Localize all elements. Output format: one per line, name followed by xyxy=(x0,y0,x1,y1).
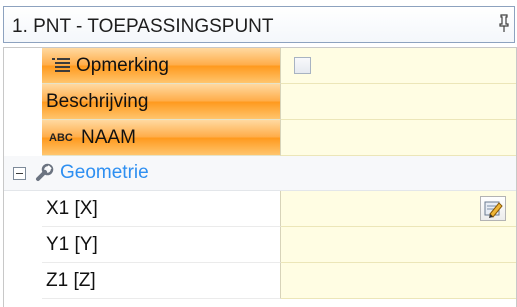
row-naam[interactable]: ABC NAAM xyxy=(4,120,517,156)
beschrijving-value-field[interactable] xyxy=(281,84,517,120)
comment-lines-icon xyxy=(51,57,71,75)
group-geometrie[interactable]: Geometrie xyxy=(4,156,517,191)
z1-label: Z1 [Z] xyxy=(46,270,96,291)
row-gutter xyxy=(4,84,42,120)
x1-label-cell[interactable]: X1 [X] xyxy=(42,191,281,227)
y1-label-cell[interactable]: Y1 [Y] xyxy=(42,227,281,263)
panel-title: 1. PNT - TOEPASSINGSPUNT xyxy=(12,16,274,37)
row-gutter xyxy=(4,227,42,263)
opmerking-value-cell[interactable] xyxy=(281,48,517,84)
x1-label: X1 [X] xyxy=(46,198,98,219)
z1-label-cell[interactable]: Z1 [Z] xyxy=(42,263,281,299)
row-beschrijving[interactable]: Beschrijving xyxy=(4,84,517,120)
collapse-toggle[interactable] xyxy=(13,167,26,180)
edit-pencil-icon[interactable] xyxy=(480,196,506,221)
y1-label: Y1 [Y] xyxy=(46,234,98,255)
row-gutter xyxy=(4,120,42,156)
row-z1[interactable]: Z1 [Z] xyxy=(4,263,517,299)
naam-value-field[interactable] xyxy=(281,120,517,156)
beschrijving-label-cell[interactable]: Beschrijving xyxy=(42,84,281,120)
row-gutter xyxy=(4,191,42,227)
panel-title-bar: 1. PNT - TOEPASSINGSPUNT xyxy=(3,6,515,43)
property-grid: Opmerking Beschrijving ABC NAAM Geometri… xyxy=(3,47,517,307)
naam-label-cell[interactable]: ABC NAAM xyxy=(42,120,281,156)
row-gutter xyxy=(4,263,42,299)
text-abc-icon: ABC xyxy=(49,132,73,144)
property-panel: 1. PNT - TOEPASSINGSPUNT Opmerking Besch… xyxy=(0,0,517,307)
wrench-icon xyxy=(33,162,55,184)
row-y1[interactable]: Y1 [Y] xyxy=(4,227,517,263)
opmerking-checkbox[interactable] xyxy=(294,57,311,74)
naam-label: NAAM xyxy=(81,127,136,148)
y1-value-field[interactable] xyxy=(281,227,517,263)
row-opmerking[interactable]: Opmerking xyxy=(4,48,517,84)
opmerking-label: Opmerking xyxy=(76,55,169,76)
x1-value-field[interactable] xyxy=(281,191,517,227)
z1-value-field[interactable] xyxy=(281,263,517,299)
opmerking-label-cell[interactable]: Opmerking xyxy=(42,48,281,84)
group-label: Geometrie xyxy=(60,162,149,183)
row-gutter xyxy=(4,48,42,84)
row-x1[interactable]: X1 [X] xyxy=(4,191,517,227)
pin-icon[interactable] xyxy=(498,14,510,34)
beschrijving-label: Beschrijving xyxy=(46,91,149,112)
